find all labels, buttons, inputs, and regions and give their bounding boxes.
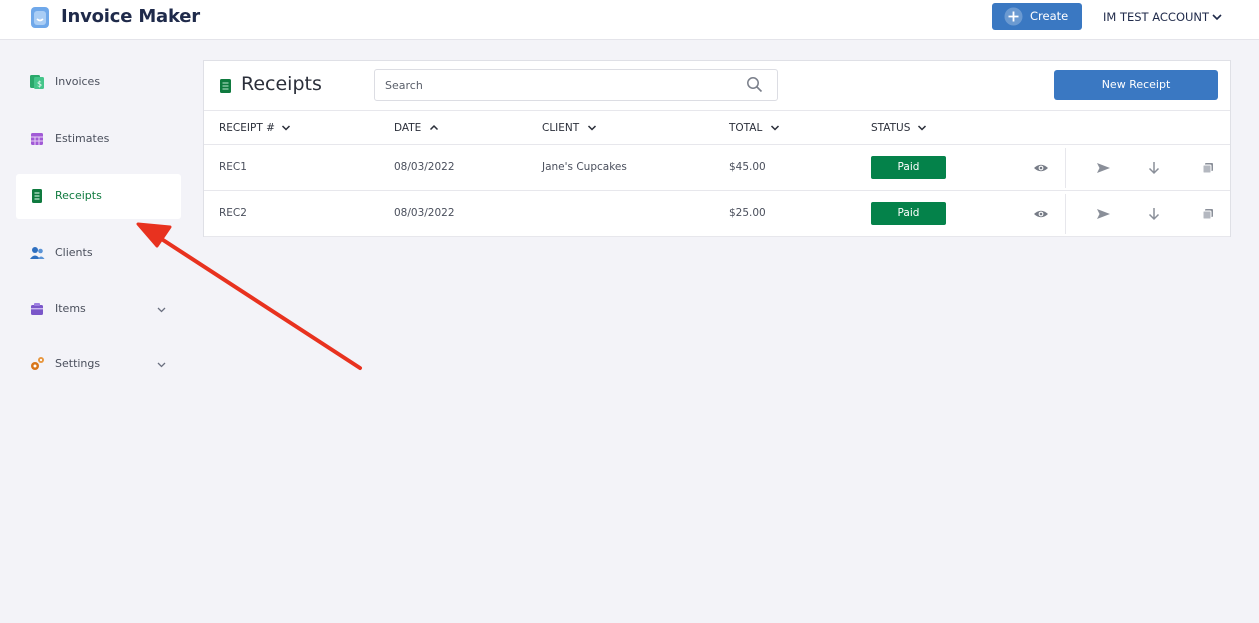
estimate-icon bbox=[31, 133, 43, 145]
page-title: Receipts bbox=[241, 73, 322, 95]
sidebar: $ Invoices Estimates Receipts Clients It… bbox=[0, 40, 190, 623]
table-row[interactable]: REC1 08/03/2022 Jane's Cupcakes $45.00 P… bbox=[204, 145, 1230, 191]
chevron-up-icon bbox=[429, 124, 439, 131]
status-badge: Paid bbox=[871, 156, 946, 179]
search-icon[interactable] bbox=[746, 76, 763, 93]
eye-icon[interactable] bbox=[1033, 160, 1049, 176]
sidebar-item-settings[interactable]: Settings bbox=[16, 342, 181, 387]
receipt-icon bbox=[220, 79, 231, 93]
table-row[interactable]: REC2 08/03/2022 $25.00 Paid bbox=[204, 191, 1230, 237]
receipt-date: 08/03/2022 bbox=[394, 207, 455, 219]
invoice-icon: $ bbox=[30, 75, 44, 89]
duplicate-icon[interactable] bbox=[1200, 160, 1216, 176]
chevron-down-icon[interactable] bbox=[156, 304, 167, 315]
receipt-client: Jane's Cupcakes bbox=[542, 161, 627, 173]
account-menu[interactable]: IM TEST ACCOUNT bbox=[1103, 10, 1209, 24]
sidebar-item-clients[interactable]: Clients bbox=[16, 231, 181, 276]
send-icon[interactable] bbox=[1095, 206, 1111, 222]
status-badge: Paid bbox=[871, 202, 946, 225]
divider bbox=[1065, 194, 1066, 234]
table-header: RECEIPT # DATE CLIENT TOTAL STATUS bbox=[204, 111, 1230, 145]
app-title[interactable]: Invoice Maker bbox=[61, 6, 200, 27]
search-input[interactable] bbox=[374, 69, 778, 101]
download-icon[interactable] bbox=[1146, 160, 1162, 176]
receipt-number: REC1 bbox=[219, 161, 247, 173]
chevron-down-icon[interactable] bbox=[1211, 11, 1223, 23]
column-header-label: CLIENT bbox=[542, 122, 580, 134]
chevron-down-icon[interactable] bbox=[156, 359, 167, 370]
column-header-label: STATUS bbox=[871, 122, 911, 134]
column-header-label: TOTAL bbox=[729, 122, 763, 134]
receipts-panel-header: Receipts New Receipt bbox=[204, 61, 1230, 111]
svg-text:$: $ bbox=[37, 80, 42, 89]
invoice-maker-logo[interactable] bbox=[31, 7, 49, 28]
chevron-down-icon bbox=[281, 125, 291, 131]
items-icon bbox=[31, 303, 43, 315]
sidebar-item-label: Invoices bbox=[55, 75, 101, 88]
sidebar-item-label: Settings bbox=[55, 357, 101, 370]
clients-icon bbox=[30, 247, 45, 259]
plus-circle-icon bbox=[1004, 7, 1023, 26]
column-header-date[interactable]: DATE bbox=[394, 122, 439, 134]
eye-icon[interactable] bbox=[1033, 206, 1049, 222]
download-icon[interactable] bbox=[1146, 206, 1162, 222]
column-header-total[interactable]: TOTAL bbox=[729, 122, 780, 134]
create-button[interactable]: Create bbox=[992, 3, 1082, 30]
sidebar-item-label: Receipts bbox=[55, 189, 102, 202]
receipt-number: REC2 bbox=[219, 207, 247, 219]
sidebar-item-items[interactable]: Items bbox=[16, 287, 181, 332]
receipt-icon bbox=[32, 189, 42, 203]
chevron-down-icon bbox=[770, 125, 780, 131]
duplicate-icon[interactable] bbox=[1200, 206, 1216, 222]
receipt-date: 08/03/2022 bbox=[394, 161, 455, 173]
sidebar-item-label: Clients bbox=[55, 246, 93, 259]
divider bbox=[1065, 148, 1066, 188]
sidebar-item-invoices[interactable]: $ Invoices bbox=[16, 60, 181, 105]
receipts-panel: Receipts New Receipt RECEIPT # DATE CLIE… bbox=[203, 60, 1231, 237]
create-button-label: Create bbox=[1030, 9, 1069, 23]
top-header: Invoice Maker Create IM TEST ACCOUNT bbox=[0, 0, 1259, 40]
settings-icon bbox=[31, 357, 44, 370]
chevron-down-icon bbox=[587, 125, 597, 131]
column-header-receipt[interactable]: RECEIPT # bbox=[219, 122, 291, 134]
column-header-label: RECEIPT # bbox=[219, 122, 275, 134]
new-receipt-button[interactable]: New Receipt bbox=[1054, 70, 1218, 100]
column-header-status[interactable]: STATUS bbox=[871, 122, 927, 134]
sidebar-item-label: Items bbox=[55, 302, 86, 315]
sidebar-item-estimates[interactable]: Estimates bbox=[16, 117, 181, 162]
sidebar-item-receipts[interactable]: Receipts bbox=[16, 174, 181, 219]
sidebar-item-label: Estimates bbox=[55, 132, 110, 145]
chevron-down-icon bbox=[917, 125, 927, 131]
send-icon[interactable] bbox=[1095, 160, 1111, 176]
receipt-total: $25.00 bbox=[729, 207, 766, 219]
column-header-label: DATE bbox=[394, 122, 422, 134]
receipt-total: $45.00 bbox=[729, 161, 766, 173]
column-header-client[interactable]: CLIENT bbox=[542, 122, 597, 134]
